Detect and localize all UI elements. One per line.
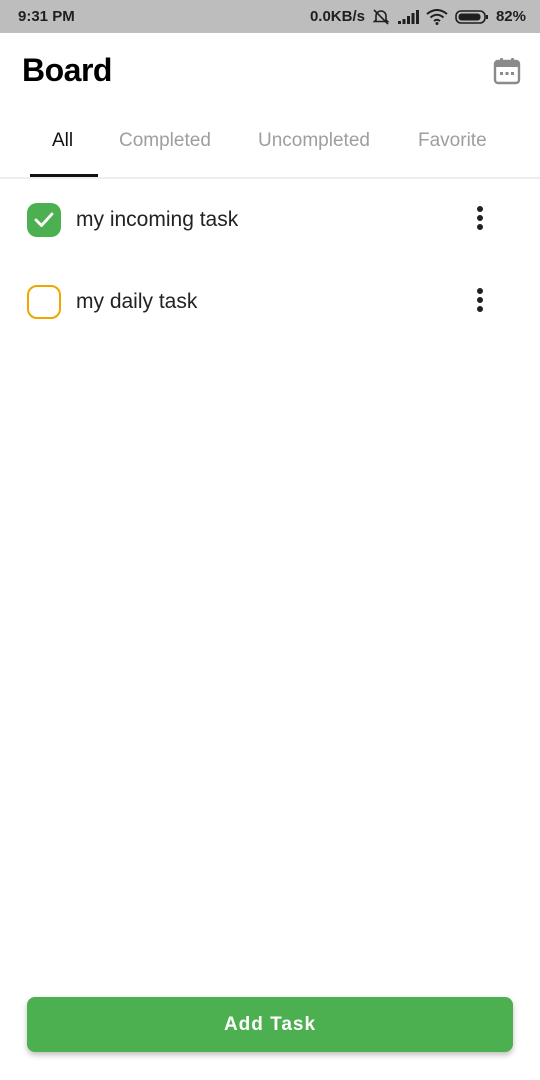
tab-uncompleted[interactable]: Uncompleted [258,130,370,152]
more-vert-icon[interactable] [470,206,490,234]
task-checkbox-unchecked[interactable] [27,285,61,319]
status-time: 9:31 PM [18,8,75,25]
check-icon [34,212,54,227]
battery-level: 82% [495,8,526,25]
signal-icon [397,9,419,25]
more-vert-icon[interactable] [470,288,490,316]
list-item[interactable]: my incoming task [0,190,540,250]
tab-all[interactable]: All [52,130,73,152]
alarm-off-icon [372,8,390,26]
calendar-icon[interactable] [492,56,522,86]
status-icons: 0.0KB/s 82% [310,8,526,26]
network-speed: 0.0KB/s [309,8,365,25]
status-bar: 9:31 PM 0.0KB/s 82% [0,0,540,33]
wifi-icon [426,8,448,25]
tab-favorite[interactable]: Favorite [418,130,487,152]
task-checkbox-checked[interactable] [27,203,61,237]
tab-completed[interactable]: Completed [119,130,211,152]
add-task-button[interactable]: Add Task [27,997,513,1052]
list-item[interactable]: my daily task [0,272,540,332]
battery-icon [455,9,489,25]
page-title: Board [22,52,112,88]
task-label: my daily task [76,290,198,313]
tab-bar: All Completed Uncompleted Favorite [0,118,540,178]
task-label: my incoming task [76,208,239,231]
tab-divider [0,177,540,179]
